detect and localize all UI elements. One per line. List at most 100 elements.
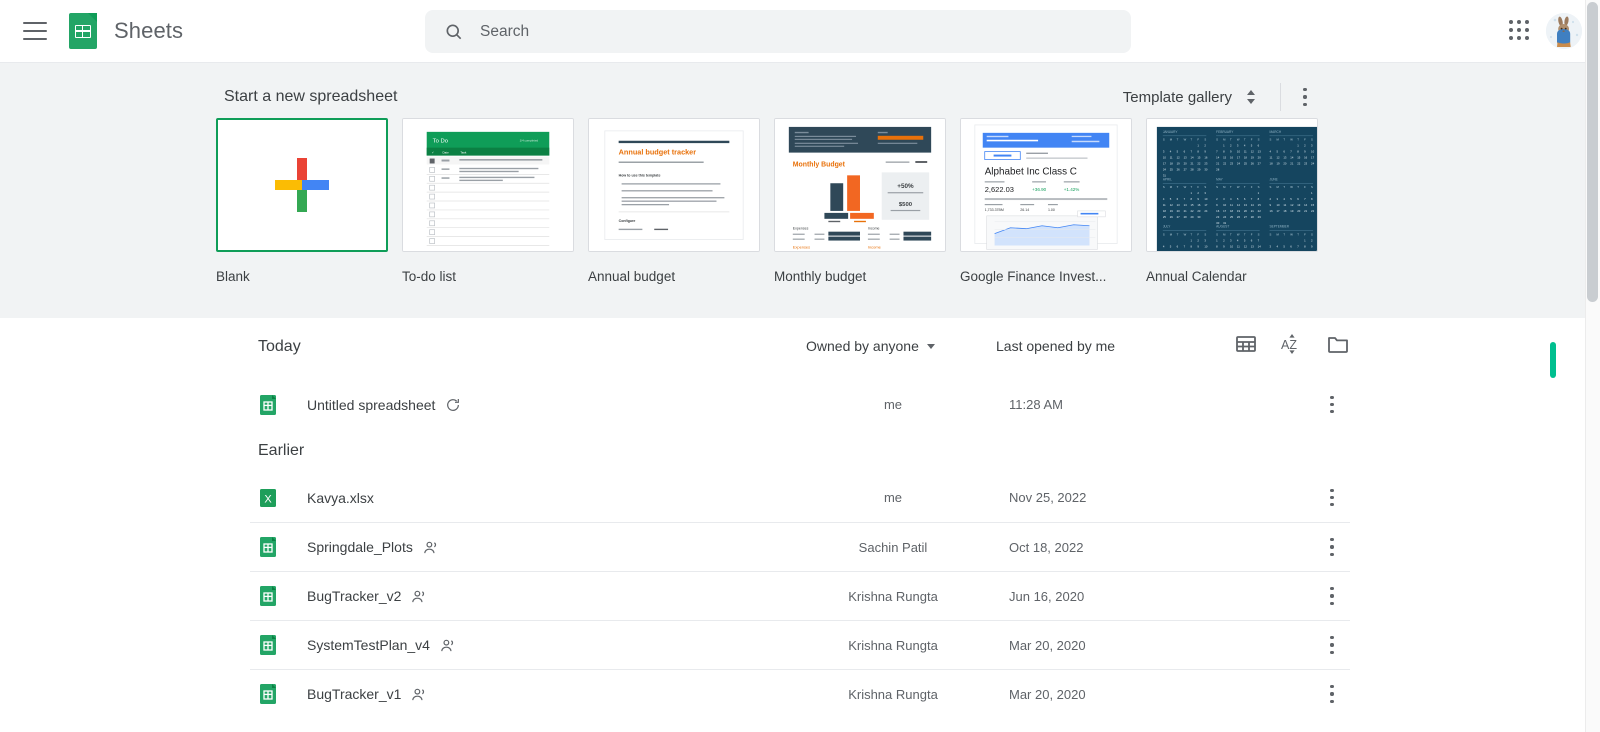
svg-text:S: S <box>1204 138 1206 142</box>
svg-text:26: 26 <box>1251 161 1255 165</box>
svg-text:27: 27 <box>1184 167 1188 171</box>
table-row[interactable]: Springdale_Plots Sachin Patil Oct 18, 20… <box>250 522 1350 571</box>
svg-text:16: 16 <box>1197 203 1201 207</box>
svg-text:10: 10 <box>1237 150 1241 154</box>
google-sheets-logo-icon[interactable] <box>69 13 97 49</box>
file-owner: Krishna Rungta <box>848 588 938 604</box>
svg-text:11: 11 <box>1270 156 1273 160</box>
browser-scrollbar[interactable] <box>1585 0 1600 732</box>
svg-text:JANUARY: JANUARY <box>1163 130 1179 134</box>
svg-text:18: 18 <box>1283 209 1287 213</box>
svg-text:MAY: MAY <box>1216 177 1223 181</box>
search-bar[interactable] <box>425 10 1131 53</box>
svg-text:10: 10 <box>1204 244 1208 248</box>
svg-text:1.00: 1.00 <box>1048 208 1055 212</box>
svg-text:APRIL: APRIL <box>1163 177 1172 181</box>
svg-text:12: 12 <box>1251 150 1255 154</box>
file-name-cell: Springdale_Plots <box>307 539 807 556</box>
file-date: 11:28 AM <box>1009 397 1063 412</box>
google-apps-grid-icon[interactable] <box>1509 20 1531 42</box>
svg-text:10: 10 <box>1230 244 1234 248</box>
page-scroll-indicator[interactable] <box>1550 342 1556 378</box>
avatar[interactable] <box>1546 13 1582 49</box>
svg-text:21: 21 <box>1290 161 1294 165</box>
svg-text:26: 26 <box>1237 215 1241 219</box>
owner-filter-dropdown[interactable]: Owned by anyone <box>806 338 935 354</box>
svg-text:25: 25 <box>1170 167 1174 171</box>
template-label: Google Finance Invest... <box>960 269 1107 284</box>
svg-text:19: 19 <box>1276 161 1280 165</box>
svg-text:29: 29 <box>1197 167 1201 171</box>
svg-text:10: 10 <box>1311 150 1315 154</box>
template-more-options-button[interactable] <box>1295 87 1315 107</box>
template-card-annual-calendar[interactable]: JANUARY SMTWTFS 12 3456789 10 11 12 13 14 15 1… <box>1146 118 1318 284</box>
file-name-cell: Untitled spreadsheet <box>307 397 807 413</box>
google-finance-preview: Alphabet Inc Class C 2,622.03 +36.90 +1.… <box>961 119 1131 251</box>
svg-text:S: S <box>1270 138 1272 142</box>
row-more-options-button[interactable] <box>1322 586 1342 606</box>
svg-text:21: 21 <box>1251 209 1255 213</box>
file-owner: me <box>883 397 903 412</box>
svg-text:13: 13 <box>1244 203 1248 207</box>
svg-text:10: 10 <box>1276 203 1280 207</box>
svg-text:W: W <box>1237 138 1240 142</box>
svg-text:21: 21 <box>1190 161 1194 165</box>
offline-sync-icon <box>447 398 460 411</box>
template-gallery-button[interactable]: Template gallery <box>1119 84 1262 110</box>
row-more-options-button[interactable] <box>1322 684 1342 704</box>
list-group-title-earlier: Earlier <box>258 442 305 459</box>
hamburger-menu-icon[interactable] <box>23 22 47 40</box>
svg-text:S: S <box>1258 185 1260 189</box>
svg-text:25: 25 <box>1230 215 1234 219</box>
svg-text:17: 17 <box>1237 156 1241 160</box>
grid-view-icon[interactable] <box>1234 332 1258 356</box>
svg-text:30: 30 <box>1204 167 1208 171</box>
excel-file-icon: X <box>260 488 276 507</box>
template-list: Blank To Do 1/4 completed ✓ Date Task To… <box>216 118 1318 284</box>
svg-text:Alphabet Inc Class C: Alphabet Inc Class C <box>985 166 1077 177</box>
svg-text:14: 14 <box>1290 156 1294 160</box>
template-card-monthly-budget[interactable]: Monthly Budget +50% $500 Expenses Income… <box>774 118 946 284</box>
file-name-cell: BugTracker_v2 <box>307 588 807 605</box>
svg-text:19: 19 <box>1177 161 1181 165</box>
svg-text:Income: Income <box>868 244 882 249</box>
template-label: Blank <box>216 269 250 284</box>
template-card-google-finance[interactable]: Alphabet Inc Class C 2,622.03 +36.90 +1.… <box>960 118 1132 284</box>
table-row[interactable]: BugTracker_v1 Krishna Rungta Mar 20, 202… <box>250 669 1350 718</box>
svg-text:22: 22 <box>1197 161 1201 165</box>
owner-filter-label: Owned by anyone <box>806 338 919 354</box>
shared-people-icon <box>412 590 425 602</box>
svg-text:S: S <box>1163 185 1165 189</box>
az-sort-icon[interactable]: AZ <box>1280 332 1304 356</box>
row-more-options-button[interactable] <box>1322 635 1342 655</box>
row-more-options-button[interactable] <box>1322 488 1342 508</box>
table-row[interactable]: Untitled spreadsheet me 11:28 AM <box>250 380 1350 429</box>
table-row[interactable]: BugTracker_v2 Krishna Rungta Jun 16, 202… <box>250 571 1350 620</box>
svg-text:11: 11 <box>1244 150 1247 154</box>
table-row[interactable]: X Kavya.xlsx me Nov 25, 2022 <box>250 473 1350 522</box>
shared-people-icon <box>424 541 436 553</box>
file-date: Mar 20, 2020 <box>1009 686 1086 702</box>
row-more-options-button[interactable] <box>1322 537 1342 557</box>
svg-text:$500: $500 <box>899 202 913 208</box>
template-card-annual-budget[interactable]: Annual budget tracker How to use this te… <box>588 118 760 284</box>
search-input[interactable] <box>480 16 1080 47</box>
svg-text:13: 13 <box>1297 203 1301 207</box>
svg-text:19: 19 <box>1251 156 1255 160</box>
template-card-blank[interactable]: Blank <box>216 118 388 284</box>
row-more-options-button[interactable] <box>1322 395 1342 415</box>
svg-text:18: 18 <box>1244 156 1248 160</box>
browser-scrollbar-thumb[interactable] <box>1587 2 1598 302</box>
svg-text:20: 20 <box>1283 161 1287 165</box>
svg-text:S: S <box>1216 185 1218 189</box>
template-card-todo-list[interactable]: To Do 1/4 completed ✓ Date Task To-do li… <box>402 118 574 284</box>
file-date: Oct 18, 2022 <box>1009 539 1084 555</box>
folder-icon[interactable] <box>1326 332 1350 356</box>
svg-text:Expenses: Expenses <box>793 227 809 231</box>
svg-text:14: 14 <box>1258 244 1262 248</box>
table-row[interactable]: SystemTestPlan_v4 Krishna Rungta Mar 20,… <box>250 620 1350 669</box>
plus-icon <box>275 158 329 212</box>
file-owner: Krishna Rungta <box>848 637 938 653</box>
svg-text:Expenses: Expenses <box>793 244 810 249</box>
sheets-file-icon <box>260 394 276 415</box>
